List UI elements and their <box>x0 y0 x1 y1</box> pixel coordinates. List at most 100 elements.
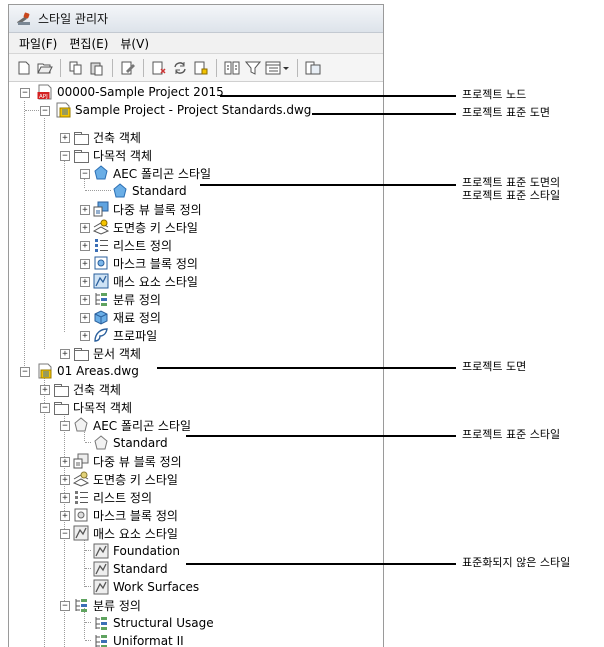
expand-toggle[interactable]: + <box>80 313 90 323</box>
callout-project-standard-style: 프로젝트 표준 스타일 <box>462 428 561 441</box>
collapse-toggle[interactable]: − <box>20 367 30 377</box>
new-drawing-icon[interactable] <box>15 59 33 77</box>
callout-nonstandard-style: 표준화되지 않은 스타일 <box>462 556 571 569</box>
callout-line <box>312 113 456 115</box>
tree-node-multi-purpose-objects[interactable]: 다목적 객체 <box>53 398 132 416</box>
tree-node-multi-view-block[interactable]: 다중 뷰 블록 정의 <box>73 452 182 470</box>
tree-connector <box>25 110 39 111</box>
tree-node-architectural-objects[interactable]: 건축 객체 <box>53 380 121 398</box>
purge-icon[interactable] <box>150 59 168 77</box>
callout-project-drawing: 프로젝트 도면 <box>462 360 527 373</box>
collapse-toggle[interactable]: − <box>40 403 50 413</box>
drawing-icon <box>37 363 53 379</box>
classification-icon <box>93 291 109 307</box>
copy-icon[interactable] <box>67 59 85 77</box>
tree-node-layer-key-style[interactable]: 도면층 키 스타일 <box>92 218 198 236</box>
tree-node-standard-style[interactable]: Standard <box>112 182 187 200</box>
expand-toggle[interactable]: + <box>60 457 70 467</box>
tree-node-standard-mass-style[interactable]: Standard <box>93 560 168 578</box>
standards-drawing-icon <box>55 102 71 118</box>
view-mode-icon[interactable] <box>265 59 291 77</box>
tree-node-foundation[interactable]: Foundation <box>93 542 180 560</box>
callout-line <box>186 563 456 565</box>
filter-icon[interactable] <box>244 59 262 77</box>
toolbar-separator <box>216 58 217 77</box>
mass-element-icon <box>93 561 109 577</box>
tree-node-classification[interactable]: 분류 정의 <box>73 596 141 614</box>
expand-toggle[interactable]: + <box>60 475 70 485</box>
expand-toggle[interactable]: + <box>60 511 70 521</box>
expand-toggle[interactable]: + <box>60 493 70 503</box>
tree-node-mask-block[interactable]: 마스크 블록 정의 <box>73 506 178 524</box>
menu-file[interactable]: 파일(F) <box>13 35 63 52</box>
folder-icon <box>73 345 89 361</box>
edit-style-icon[interactable] <box>119 59 137 77</box>
tree-node-aec-polygon-style[interactable]: AEC 폴리곤 스타일 <box>73 416 191 434</box>
menu-edit[interactable]: 편집(E) <box>63 35 114 52</box>
tree-node-profile[interactable]: 프로파일 <box>93 326 157 344</box>
tree-node-standard-style[interactable]: Standard <box>93 434 168 452</box>
collapse-toggle[interactable]: − <box>40 106 50 116</box>
collapse-toggle[interactable]: − <box>20 88 30 98</box>
collapse-toggle[interactable]: − <box>60 421 70 431</box>
folder-icon <box>73 147 89 163</box>
callout-line <box>220 95 456 97</box>
tree-node-architectural-objects[interactable]: 건축 객체 <box>73 128 141 146</box>
sort-icon[interactable] <box>223 59 241 77</box>
svg-text:APJ: APJ <box>39 94 48 100</box>
tree-node-project[interactable]: APJ 00000-Sample Project 2015 <box>37 83 224 101</box>
collapse-toggle[interactable]: − <box>60 151 70 161</box>
expand-toggle[interactable]: + <box>80 295 90 305</box>
set-from-standards-icon[interactable] <box>192 59 210 77</box>
tree-node-mask-block[interactable]: 마스크 블록 정의 <box>93 254 198 272</box>
expand-toggle[interactable]: + <box>80 223 90 233</box>
tree-node-material[interactable]: 재료 정의 <box>93 308 161 326</box>
menu-bar: 파일(F) 편집(E) 뷰(V) <box>9 33 383 54</box>
classification-icon <box>73 597 89 613</box>
tree-node-multi-view-block[interactable]: 다중 뷰 블록 정의 <box>93 200 202 218</box>
menu-view[interactable]: 뷰(V) <box>114 35 155 52</box>
polygon-icon <box>93 435 109 451</box>
expand-toggle[interactable]: + <box>80 205 90 215</box>
tree-node-standards-drawing[interactable]: Sample Project - Project Standards.dwg <box>55 101 311 119</box>
paste-icon[interactable] <box>88 59 106 77</box>
tree-node-multi-purpose-objects[interactable]: 다목적 객체 <box>73 146 152 164</box>
mass-element-icon <box>93 543 109 559</box>
callout-standards-style-line1: 프로젝트 표준 도면의 <box>462 176 561 189</box>
tree-node-aec-polygon-style[interactable]: AEC 폴리곤 스타일 <box>93 164 211 182</box>
tree-node-work-surfaces[interactable]: Work Surfaces <box>93 578 199 596</box>
tree-node-documentation-objects[interactable]: 문서 객체 <box>73 344 141 362</box>
tree-connector <box>85 586 91 587</box>
project-icon: APJ <box>37 84 53 100</box>
tree-node-list-definition[interactable]: 리스트 정의 <box>93 236 172 254</box>
toggle-view-icon[interactable] <box>304 59 322 77</box>
expand-toggle[interactable]: + <box>60 349 70 359</box>
expand-toggle[interactable]: + <box>80 259 90 269</box>
expand-toggle[interactable]: + <box>80 331 90 341</box>
collapse-toggle[interactable]: − <box>80 169 90 179</box>
expand-toggle[interactable]: + <box>80 241 90 251</box>
tree-node-areas-drawing[interactable]: 01 Areas.dwg <box>37 362 139 380</box>
open-drawing-icon[interactable] <box>36 59 54 77</box>
expand-toggle[interactable]: + <box>40 385 50 395</box>
tree-node-classification[interactable]: 분류 정의 <box>93 290 161 308</box>
tree-connector <box>44 118 45 349</box>
synchronize-icon[interactable] <box>171 59 189 77</box>
tree-node-mass-element-style[interactable]: 매스 요소 스타일 <box>73 524 178 542</box>
tree-node-structural-usage[interactable]: Structural Usage <box>93 614 214 632</box>
profile-icon <box>93 327 109 343</box>
list-icon <box>73 489 89 505</box>
mass-element-icon <box>93 579 109 595</box>
mass-element-icon <box>93 273 109 289</box>
collapse-toggle[interactable]: − <box>60 529 70 539</box>
expand-toggle[interactable]: + <box>60 133 70 143</box>
tree-connector <box>64 407 65 647</box>
callout-project-standards-drawing: 프로젝트 표준 도면 <box>462 106 550 119</box>
expand-toggle[interactable]: + <box>80 277 90 287</box>
collapse-toggle[interactable]: − <box>60 601 70 611</box>
tree-node-mass-element-style[interactable]: 매스 요소 스타일 <box>93 272 198 290</box>
tree-node-layer-key-style[interactable]: 도면층 키 스타일 <box>72 470 178 488</box>
mask-block-icon <box>93 255 109 271</box>
tree-node-list-definition[interactable]: 리스트 정의 <box>73 488 152 506</box>
tree-node-uniformat[interactable]: Uniformat II <box>93 632 184 647</box>
